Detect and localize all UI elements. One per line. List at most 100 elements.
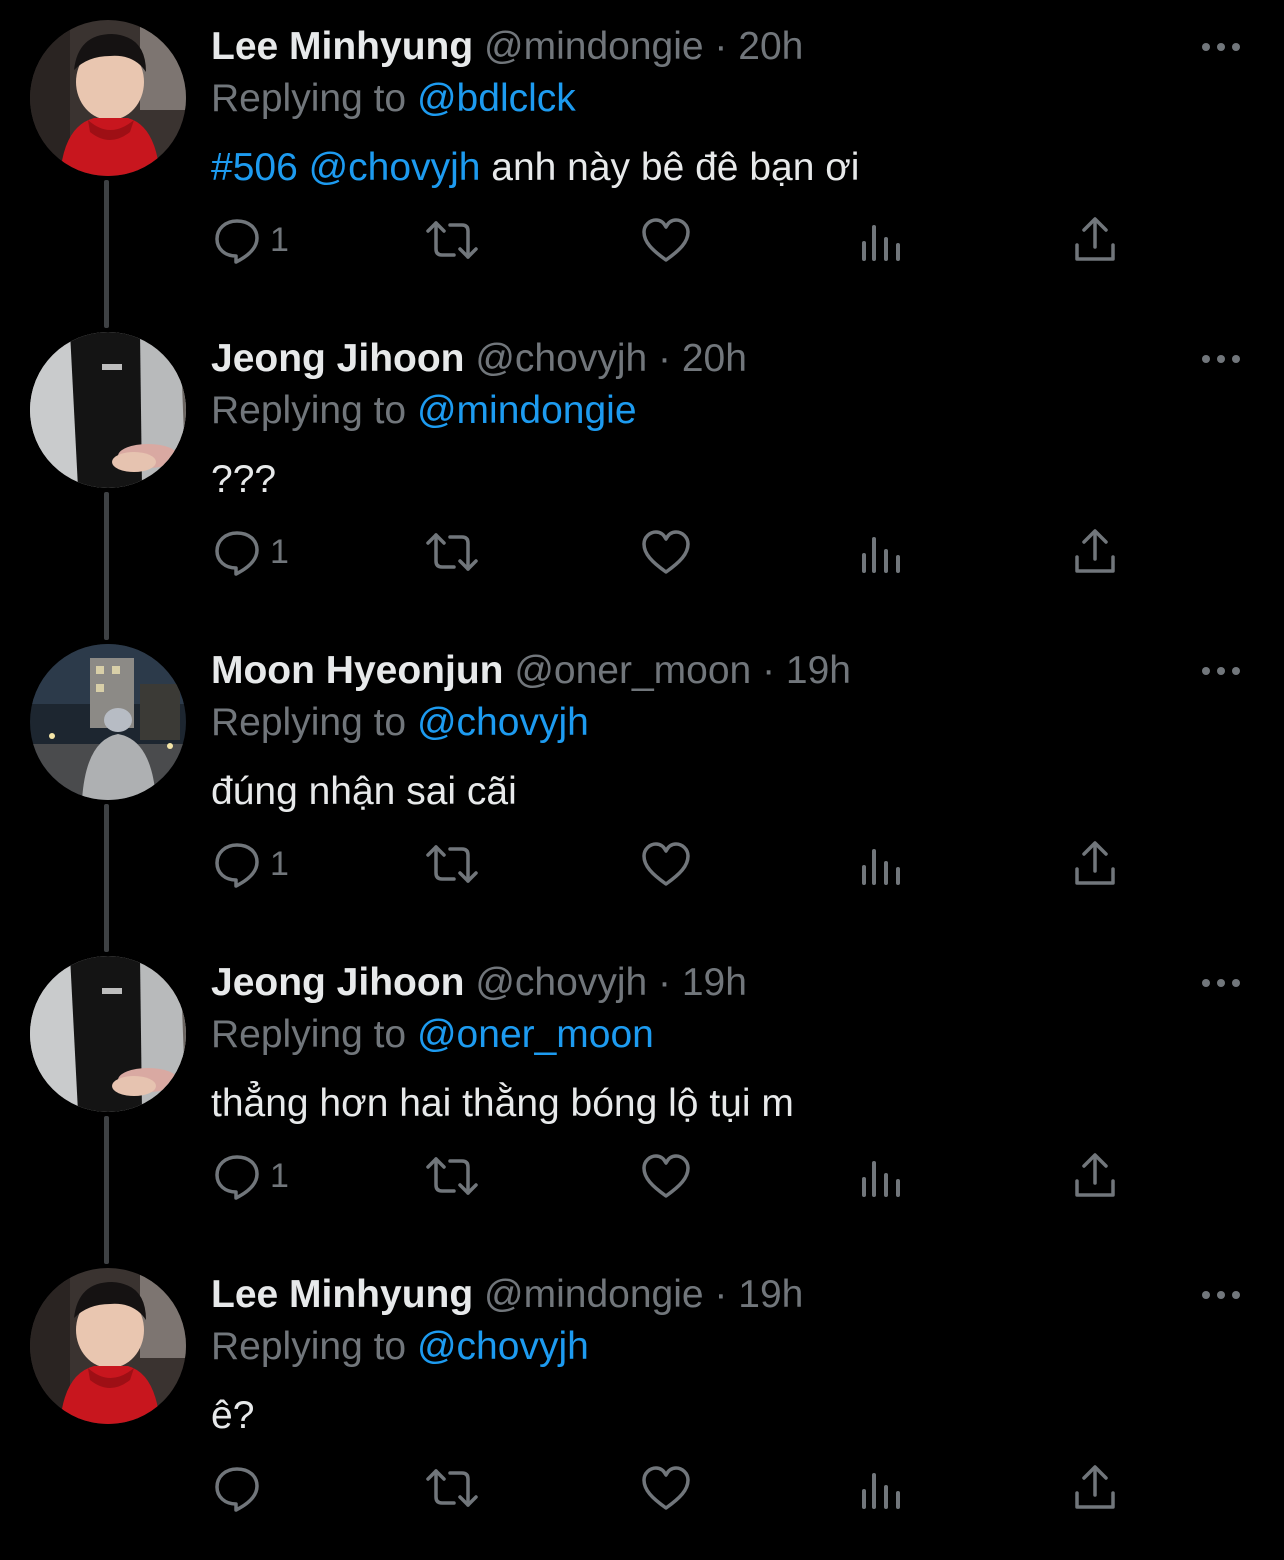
reply-button[interactable]: 1 xyxy=(212,210,289,270)
reply-thread: Lee Minhyung @mindongie · 20h Replying t… xyxy=(0,0,1284,1538)
replying-handle-link[interactable]: @bdlclck xyxy=(417,77,576,120)
reply-count: 1 xyxy=(270,533,289,571)
display-name[interactable]: Lee Minhyung xyxy=(211,1273,473,1316)
replying-handle-link[interactable]: @chovyjh xyxy=(417,1325,589,1368)
tweet-text: đúng nhận sai cãi xyxy=(211,766,517,818)
user-handle[interactable]: @chovyjh xyxy=(475,337,647,380)
tweet[interactable]: Jeong Jihoon @chovyjh · 19h Replying to … xyxy=(0,936,1284,1248)
reply-icon xyxy=(212,1463,262,1513)
more-icon[interactable] xyxy=(1198,1284,1244,1306)
avatar[interactable] xyxy=(30,1268,186,1424)
share-button[interactable] xyxy=(1072,834,1118,894)
reply-button[interactable]: 1 xyxy=(212,834,289,894)
retweet-icon xyxy=(424,839,480,889)
timestamp[interactable]: 20h xyxy=(738,25,803,68)
reply-button[interactable]: 1 xyxy=(212,1146,289,1206)
like-icon xyxy=(640,215,692,265)
tweet-body: anh này bê đê bạn ơi xyxy=(491,146,860,189)
display-name[interactable]: Jeong Jihoon xyxy=(211,337,465,380)
separator-dot: · xyxy=(762,649,776,692)
tweet-text: thẳng hơn hai thằng bóng lộ tụi m xyxy=(211,1078,794,1130)
replying-to: Replying to @chovyjh xyxy=(211,698,589,748)
timestamp[interactable]: 20h xyxy=(682,337,747,380)
tweet[interactable]: Jeong Jihoon @chovyjh · 20h Replying to … xyxy=(0,312,1284,624)
avatar[interactable] xyxy=(30,644,186,800)
replying-prefix: Replying to xyxy=(211,389,407,432)
share-icon xyxy=(1072,1463,1118,1513)
avatar[interactable] xyxy=(30,332,186,488)
tweet-body: đúng nhận sai cãi xyxy=(211,770,517,813)
like-button[interactable] xyxy=(640,834,692,894)
views-button[interactable] xyxy=(858,522,904,582)
replying-handle-link[interactable]: @chovyjh xyxy=(417,701,589,744)
tweet-links[interactable]: #506 @chovyjh xyxy=(211,146,480,189)
tweet-body: ê? xyxy=(211,1394,255,1437)
views-icon xyxy=(858,215,904,265)
replying-prefix: Replying to xyxy=(211,77,407,120)
views-button[interactable] xyxy=(858,210,904,270)
reply-icon xyxy=(212,1151,262,1201)
retweet-icon xyxy=(424,1463,480,1513)
separator-dot: · xyxy=(714,1273,728,1316)
tweet[interactable]: Moon Hyeonjun @oner_moon · 19h Replying … xyxy=(0,624,1284,936)
avatar[interactable] xyxy=(30,20,186,176)
like-icon xyxy=(640,1463,692,1513)
tweet[interactable]: Lee Minhyung @mindongie · 19h Replying t… xyxy=(0,1248,1284,1560)
like-button[interactable] xyxy=(640,522,692,582)
share-button[interactable] xyxy=(1072,210,1118,270)
action-bar: 1 xyxy=(0,834,1284,894)
share-button[interactable] xyxy=(1072,1146,1118,1206)
more-icon[interactable] xyxy=(1198,36,1244,58)
views-button[interactable] xyxy=(858,1458,904,1518)
like-button[interactable] xyxy=(640,1458,692,1518)
views-button[interactable] xyxy=(858,834,904,894)
retweet-button[interactable] xyxy=(424,1458,480,1518)
timestamp[interactable]: 19h xyxy=(738,1273,803,1316)
retweet-button[interactable] xyxy=(424,210,480,270)
user-handle[interactable]: @chovyjh xyxy=(475,961,647,1004)
tweet[interactable]: Lee Minhyung @mindongie · 20h Replying t… xyxy=(0,0,1284,312)
tweet-header: Jeong Jihoon @chovyjh · 20h xyxy=(211,334,747,384)
like-icon xyxy=(640,527,692,577)
replying-to: Replying to @bdlclck xyxy=(211,74,576,124)
avatar[interactable] xyxy=(30,956,186,1112)
tweet-header: Moon Hyeonjun @oner_moon · 19h xyxy=(211,646,851,696)
timestamp[interactable]: 19h xyxy=(682,961,747,1004)
more-icon[interactable] xyxy=(1198,348,1244,370)
more-icon[interactable] xyxy=(1198,972,1244,994)
reply-button[interactable]: 1 xyxy=(212,522,289,582)
reply-count: 1 xyxy=(270,221,289,259)
timestamp[interactable]: 19h xyxy=(786,649,851,692)
views-icon xyxy=(858,1463,904,1513)
retweet-button[interactable] xyxy=(424,1146,480,1206)
retweet-button[interactable] xyxy=(424,834,480,894)
views-icon xyxy=(858,839,904,889)
reply-icon xyxy=(212,839,262,889)
display-name[interactable]: Moon Hyeonjun xyxy=(211,649,503,692)
replying-prefix: Replying to xyxy=(211,701,407,744)
like-button[interactable] xyxy=(640,210,692,270)
user-handle[interactable]: @mindongie xyxy=(484,1273,704,1316)
reply-count: 1 xyxy=(270,1157,289,1195)
views-button[interactable] xyxy=(858,1146,904,1206)
replying-handle-link[interactable]: @oner_moon xyxy=(417,1013,654,1056)
more-icon[interactable] xyxy=(1198,660,1244,682)
views-icon xyxy=(858,527,904,577)
user-handle[interactable]: @oner_moon xyxy=(514,649,751,692)
like-button[interactable] xyxy=(640,1146,692,1206)
tweet-header: Lee Minhyung @mindongie · 19h xyxy=(211,1270,803,1320)
like-icon xyxy=(640,1151,692,1201)
retweet-icon xyxy=(424,215,480,265)
display-name[interactable]: Lee Minhyung xyxy=(211,25,473,68)
share-icon xyxy=(1072,215,1118,265)
tweet-text: #506 @chovyjh anh này bê đê bạn ơi xyxy=(211,142,859,194)
share-button[interactable] xyxy=(1072,1458,1118,1518)
display-name[interactable]: Jeong Jihoon xyxy=(211,961,465,1004)
replying-handle-link[interactable]: @mindongie xyxy=(417,389,637,432)
reply-button[interactable] xyxy=(212,1458,270,1518)
user-handle[interactable]: @mindongie xyxy=(484,25,704,68)
share-button[interactable] xyxy=(1072,522,1118,582)
retweet-button[interactable] xyxy=(424,522,480,582)
reply-icon xyxy=(212,527,262,577)
separator-dot: · xyxy=(714,25,728,68)
